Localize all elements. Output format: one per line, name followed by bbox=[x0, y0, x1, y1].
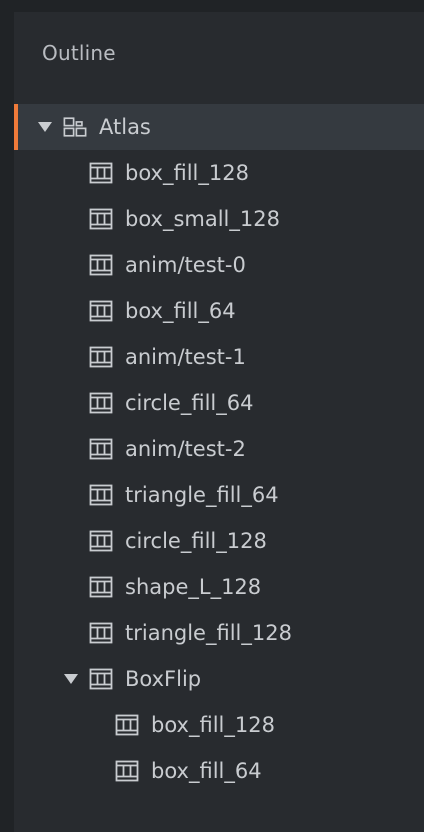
tree-item-image[interactable]: shape_L_128 bbox=[14, 564, 424, 610]
image-icon bbox=[89, 391, 113, 415]
image-icon bbox=[89, 575, 113, 599]
tree-item-label: Atlas bbox=[99, 115, 151, 139]
tree-item-boxflip[interactable]: BoxFlip bbox=[14, 656, 424, 702]
image-icon bbox=[89, 345, 113, 369]
panel-title: Outline bbox=[42, 41, 116, 65]
tree-item-label: box_fill_128 bbox=[151, 713, 275, 737]
tree-item-label: box_fill_64 bbox=[125, 299, 236, 323]
tree-item-label: box_fill_128 bbox=[125, 161, 249, 185]
tree-item-label: shape_L_128 bbox=[125, 575, 262, 599]
tree-item-label: anim/test-1 bbox=[125, 345, 246, 369]
image-icon bbox=[89, 161, 113, 185]
tree-item-image[interactable]: box_small_128 bbox=[14, 196, 424, 242]
tree-item-image[interactable]: box_fill_64 bbox=[14, 748, 424, 794]
image-icon bbox=[115, 713, 139, 737]
tree-item-label: anim/test-2 bbox=[125, 437, 246, 461]
atlas-icon bbox=[63, 115, 87, 139]
image-icon bbox=[89, 299, 113, 323]
outline-tree: Atlas box_fill_128 box_small_128 anim/te… bbox=[14, 104, 424, 794]
tree-item-image[interactable]: box_fill_64 bbox=[14, 288, 424, 334]
expanded-triangle-icon[interactable] bbox=[63, 671, 79, 687]
outline-panel: Outline Atlas box_fill_128 box_small_128… bbox=[14, 12, 424, 832]
tree-item-label: triangle_fill_64 bbox=[125, 483, 279, 507]
tree-item-label: circle_fill_128 bbox=[125, 529, 267, 553]
tree-item-label: anim/test-0 bbox=[125, 253, 246, 277]
tree-item-image[interactable]: anim/test-0 bbox=[14, 242, 424, 288]
expanded-triangle-icon[interactable] bbox=[37, 119, 53, 135]
image-icon bbox=[89, 253, 113, 277]
tree-item-image[interactable]: box_fill_128 bbox=[14, 150, 424, 196]
image-icon bbox=[89, 207, 113, 231]
tree-item-label: box_fill_64 bbox=[151, 759, 262, 783]
image-icon bbox=[89, 529, 113, 553]
tree-item-image[interactable]: anim/test-2 bbox=[14, 426, 424, 472]
tree-item-label: triangle_fill_128 bbox=[125, 621, 292, 645]
tree-item-label: BoxFlip bbox=[125, 667, 202, 691]
image-icon bbox=[89, 483, 113, 507]
image-icon bbox=[115, 759, 139, 783]
tree-item-image[interactable]: anim/test-1 bbox=[14, 334, 424, 380]
tree-item-atlas[interactable]: Atlas bbox=[14, 104, 424, 150]
tree-item-image[interactable]: circle_fill_64 bbox=[14, 380, 424, 426]
image-icon bbox=[89, 437, 113, 461]
image-icon bbox=[89, 621, 113, 645]
tree-item-image[interactable]: box_fill_128 bbox=[14, 702, 424, 748]
tree-item-label: box_small_128 bbox=[125, 207, 280, 231]
tree-item-image[interactable]: triangle_fill_64 bbox=[14, 472, 424, 518]
tree-item-label: circle_fill_64 bbox=[125, 391, 254, 415]
animation-icon bbox=[89, 667, 113, 691]
tree-item-image[interactable]: circle_fill_128 bbox=[14, 518, 424, 564]
tree-item-image[interactable]: triangle_fill_128 bbox=[14, 610, 424, 656]
